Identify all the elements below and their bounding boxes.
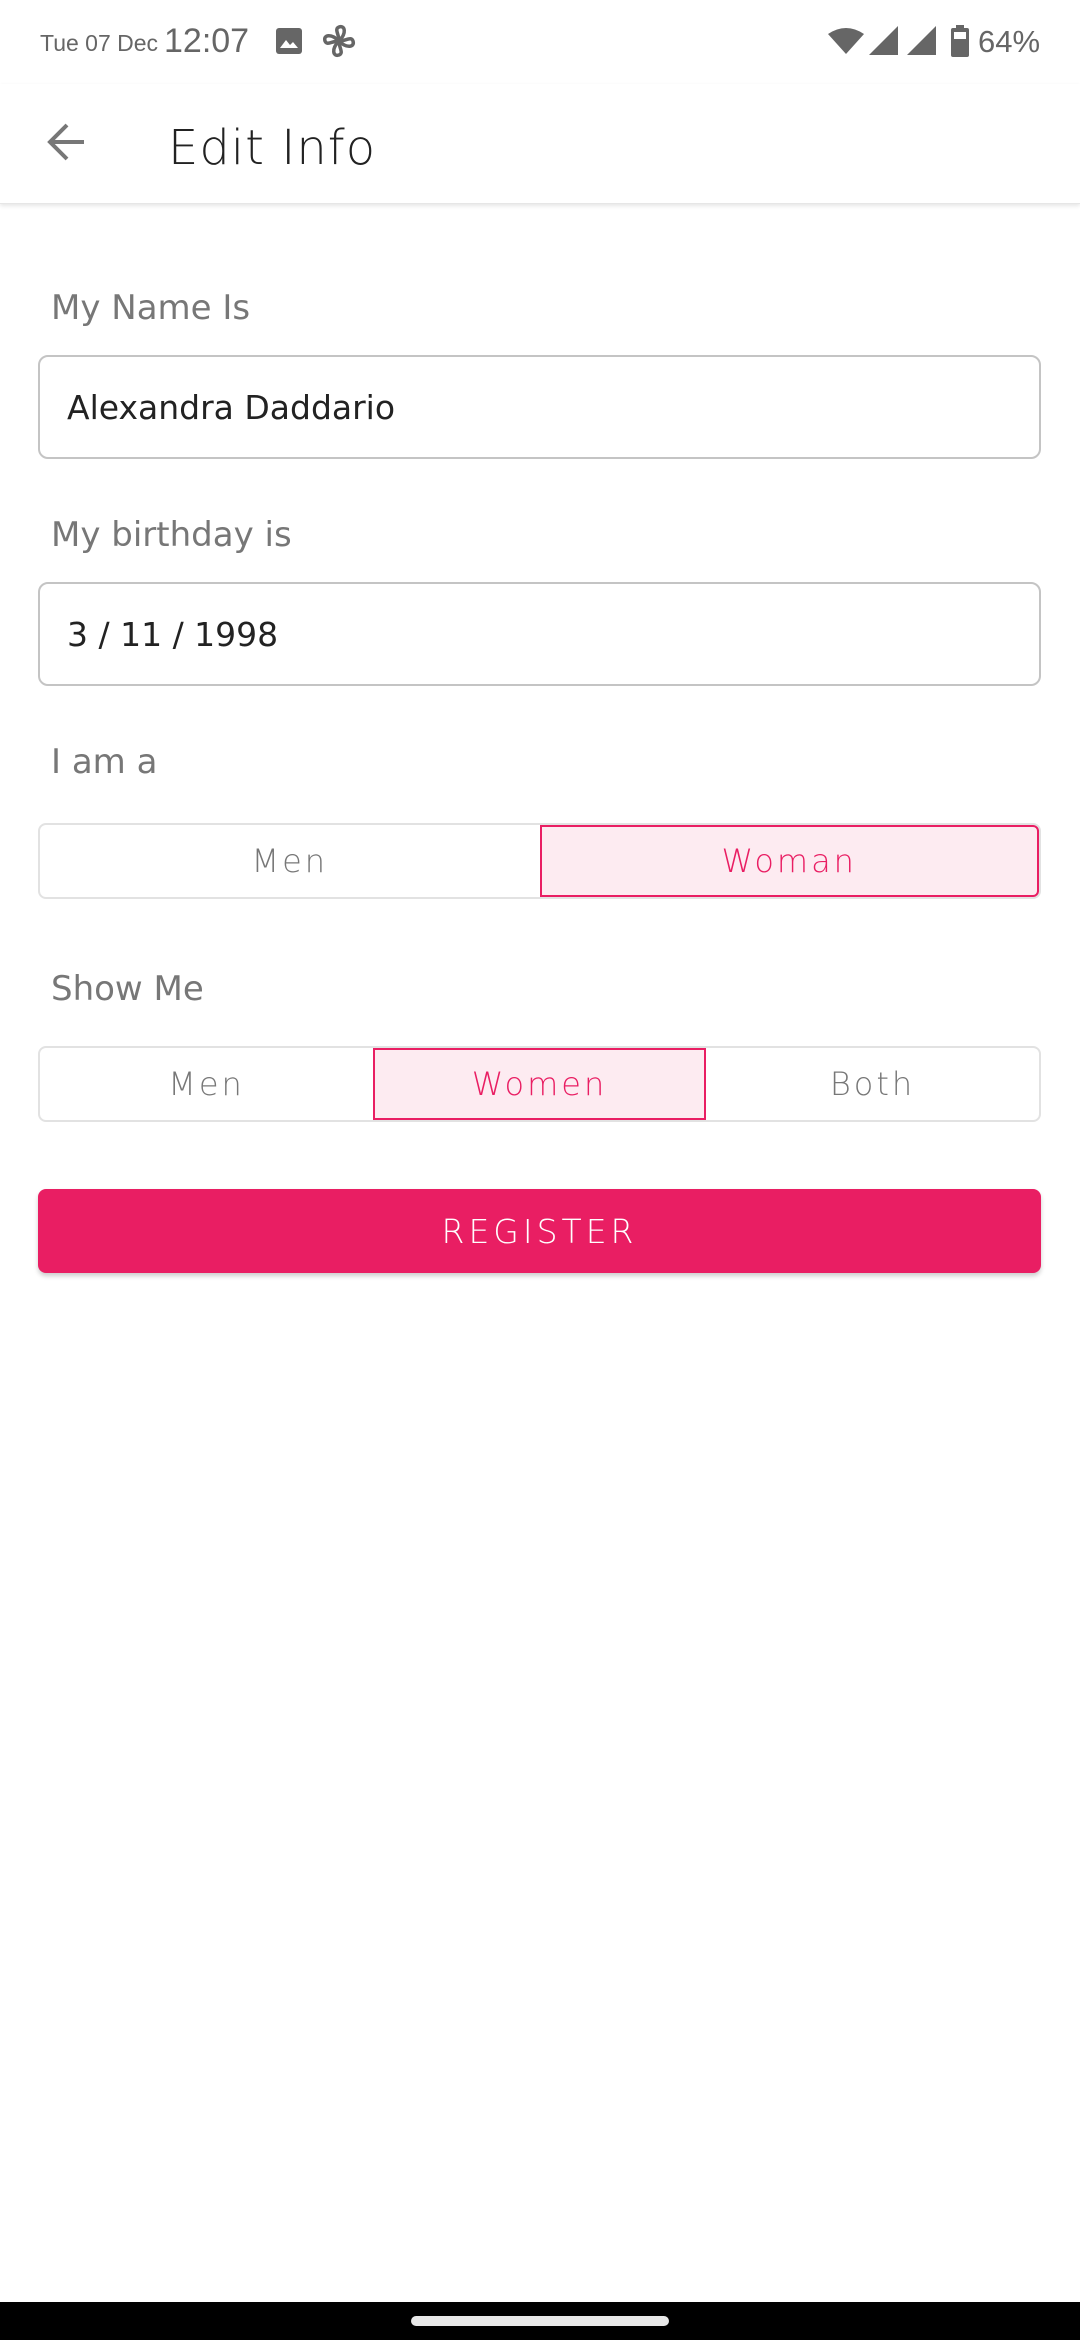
pinwheel-icon <box>322 24 356 63</box>
app-bar: Edit Info <box>0 84 1080 204</box>
birthday-field[interactable] <box>38 582 1041 686</box>
image-icon <box>276 28 302 59</box>
arrow-left-icon <box>46 122 86 167</box>
gender-option-woman[interactable]: Woman <box>539 825 1039 897</box>
birthday-label: My birthday is <box>51 515 292 555</box>
signal-icon <box>869 26 899 61</box>
name-label: My Name Is <box>51 288 251 328</box>
name-field[interactable] <box>38 355 1041 459</box>
back-button[interactable] <box>36 114 96 174</box>
page-title: Edit Info <box>168 120 377 176</box>
name-input[interactable] <box>40 357 1039 457</box>
status-time: 12:07 <box>164 22 250 60</box>
status-date: Tue 07 Dec <box>40 30 159 56</box>
wifi-icon <box>828 26 864 61</box>
navigation-bar <box>0 2302 1080 2340</box>
status-bar: Tue 07 Dec 12:07 64% <box>0 0 1080 84</box>
battery-icon <box>951 25 969 62</box>
register-button[interactable]: REGISTER <box>38 1189 1041 1273</box>
gender-selector: Men Woman <box>38 823 1041 899</box>
birthday-input[interactable] <box>40 584 1039 684</box>
show-me-option-both[interactable]: Both <box>706 1048 1039 1120</box>
show-me-selector: Men Women Both <box>38 1046 1041 1122</box>
home-gesture-handle[interactable] <box>411 2316 669 2326</box>
gender-label: I am a <box>51 742 158 782</box>
signal-icon <box>907 26 937 61</box>
gender-option-men[interactable]: Men <box>40 825 540 897</box>
show-me-option-men[interactable]: Men <box>40 1048 373 1120</box>
show-me-label: Show Me <box>51 969 204 1009</box>
battery-percent: 64% <box>978 24 1041 59</box>
show-me-option-women[interactable]: Women <box>373 1048 706 1120</box>
